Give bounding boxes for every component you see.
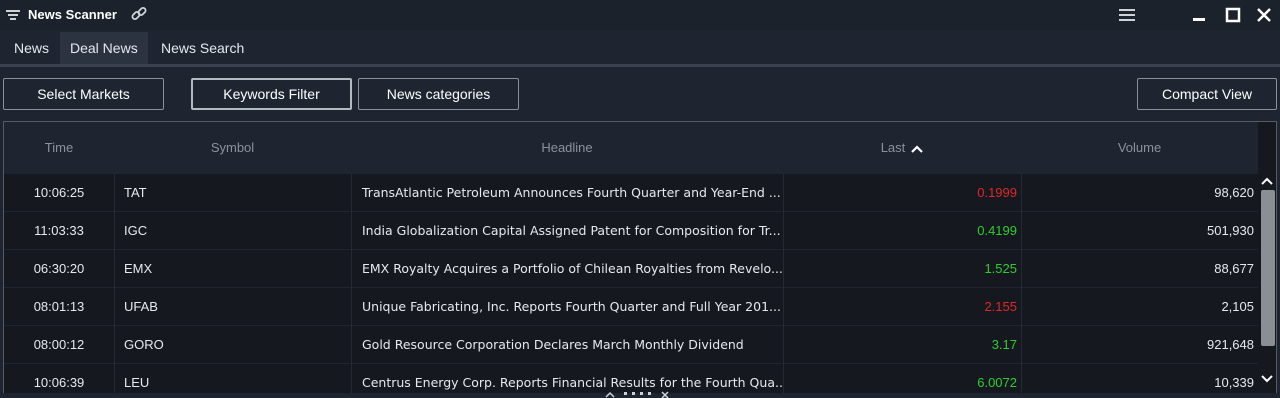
tab-news[interactable]: News <box>4 32 59 64</box>
tab-bar: News Deal News News Search <box>0 32 1280 64</box>
title-bar: News Scanner <box>0 0 1280 30</box>
column-header-symbol[interactable]: Symbol <box>114 122 351 174</box>
cell-time: 08:01:13 <box>33 299 85 314</box>
cell-last: 1.525 <box>783 250 1021 288</box>
cell-volume: 921,648 <box>1021 326 1258 364</box>
cell-time: 08:00:12 <box>33 337 85 352</box>
news-table: Time Symbol Headline Last Volume 10:06:2… <box>3 121 1277 393</box>
cell-volume: 10,339 <box>1021 364 1258 393</box>
column-header-headline[interactable]: Headline <box>351 122 783 174</box>
cell-last: 6.0072 <box>783 364 1021 393</box>
cell-time: 10:06:25 <box>33 185 85 200</box>
cell-last: 0.1999 <box>783 174 1021 212</box>
compact-view-button[interactable]: Compact View <box>1137 78 1277 110</box>
cell-volume: 88,677 <box>1021 250 1258 288</box>
scrollbar-thumb[interactable] <box>1261 190 1275 346</box>
column-header-volume[interactable]: Volume <box>1021 122 1258 174</box>
link-icon[interactable] <box>130 5 148 23</box>
select-markets-button[interactable]: Select Markets <box>3 78 164 110</box>
filter-lines-icon[interactable] <box>6 8 20 22</box>
cell-headline: TransAtlantic Petroleum Announces Fourth… <box>351 174 783 212</box>
keywords-filter-button[interactable]: Keywords Filter <box>191 78 352 110</box>
cell-time: 11:03:33 <box>34 223 84 238</box>
table-row[interactable]: 08:01:13 UFAB Unique Fabricating, Inc. Rep… <box>4 288 1258 326</box>
cell-headline: Gold Resource Corporation Declares March… <box>351 326 783 364</box>
vertical-scrollbar[interactable] <box>1258 174 1276 393</box>
column-header-time[interactable]: Time <box>4 122 114 174</box>
cell-volume: 2,105 <box>1021 288 1258 326</box>
cell-volume: 98,620 <box>1021 174 1258 212</box>
chevron-up-icon <box>911 145 924 153</box>
cell-headline: Centrus Energy Corp. Reports Financial R… <box>351 364 783 393</box>
cell-symbol: UFAB <box>114 288 351 326</box>
cell-symbol: TAT <box>114 174 351 212</box>
cell-time: 06:30:20 <box>33 261 85 276</box>
cell-last: 3.17 <box>783 326 1021 364</box>
drag-handle-icon[interactable] <box>604 390 674 398</box>
tab-news-search[interactable]: News Search <box>151 32 254 64</box>
cell-last: 0.4199 <box>783 212 1021 250</box>
column-header-last[interactable]: Last <box>783 122 1021 174</box>
table-row[interactable]: 10:06:25 TAT TransAtlantic Petroleum Annou… <box>4 174 1258 212</box>
table-row[interactable]: 11:03:33 IGC India Globalization Capital A… <box>4 212 1258 250</box>
cell-symbol: GORO <box>114 326 351 364</box>
hamburger-icon[interactable] <box>1118 6 1136 24</box>
tab-deal-news[interactable]: Deal News <box>60 32 148 64</box>
cell-volume: 501,930 <box>1021 212 1258 250</box>
window-title: News Scanner <box>28 7 117 22</box>
tab-divider <box>0 64 1280 67</box>
table-row[interactable]: 06:30:20 EMX EMX Royalty Acquires a Portfo… <box>4 250 1258 288</box>
cell-headline: Unique Fabricating, Inc. Reports Fourth … <box>351 288 783 326</box>
cell-time: 10:06:39 <box>33 375 85 390</box>
cell-symbol: IGC <box>114 212 351 250</box>
cell-symbol: EMX <box>114 250 351 288</box>
close-icon[interactable] <box>1255 6 1273 24</box>
cell-headline: India Globalization Capital Assigned Pat… <box>351 212 783 250</box>
chevron-up-icon[interactable] <box>1261 176 1273 186</box>
table-header: Time Symbol Headline Last Volume <box>4 122 1258 174</box>
table-row[interactable]: 08:00:12 GORO Gold Resource Corporation De… <box>4 326 1258 364</box>
maximize-icon[interactable] <box>1224 6 1242 24</box>
cell-headline: EMX Royalty Acquires a Portfolio of Chil… <box>351 250 783 288</box>
news-categories-button[interactable]: News categories <box>358 78 519 110</box>
cell-last: 2.155 <box>783 288 1021 326</box>
table-row[interactable]: 10:06:39 LEU Centrus Energy Corp. Reports … <box>4 364 1258 393</box>
minimize-icon[interactable] <box>1190 6 1208 24</box>
cell-symbol: LEU <box>114 364 351 393</box>
column-header-last-label: Last <box>880 140 906 155</box>
chevron-down-icon[interactable] <box>1261 374 1273 384</box>
